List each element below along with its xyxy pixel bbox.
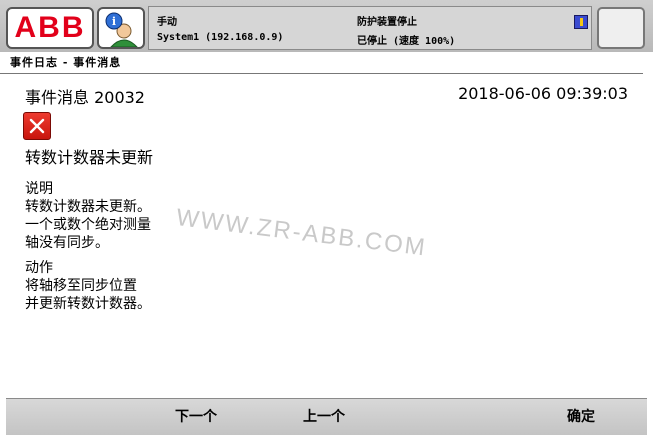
description-line: 转数计数器未更新。: [25, 199, 151, 215]
action-section: 动作 将轴移至同步位置 并更新转数计数器。: [25, 259, 151, 313]
user-info-icon: i: [105, 12, 138, 47]
action-line: 将轴移至同步位置: [25, 278, 137, 294]
command-bar: 下一个 上一个 确定: [6, 398, 647, 435]
user-info-button[interactable]: i: [97, 7, 145, 49]
quickset-button[interactable]: [597, 7, 645, 49]
previous-button[interactable]: 上一个: [264, 399, 384, 435]
system-name: System1 (192.168.0.9): [157, 32, 284, 43]
svg-text:i: i: [112, 15, 116, 28]
error-icon: [23, 112, 51, 140]
description-line: 一个或数个绝对测量: [25, 217, 151, 233]
ok-button[interactable]: 确定: [521, 399, 641, 435]
action-line: 并更新转数计数器。: [25, 296, 151, 312]
event-heading: 事件消息 20032: [25, 88, 145, 107]
status-panel[interactable]: 手动 System1 (192.168.0.9) 防护装置停止 已停止 (速度 …: [148, 6, 592, 50]
top-bar: ABB i 手动 System1 (192.168.0.9) 防护装置停止 已停…: [0, 0, 653, 52]
event-title: 转数计数器未更新: [25, 148, 154, 167]
abb-logo: ABB: [14, 11, 86, 44]
run-status: 已停止 (速度 100%): [357, 36, 456, 47]
description-line: 轴没有同步。: [25, 235, 109, 251]
tasks-status-icon: [574, 15, 588, 29]
next-button[interactable]: 下一个: [136, 399, 256, 435]
description-label: 说明: [25, 181, 53, 197]
safety-status: 防护装置停止: [357, 17, 417, 28]
action-label: 动作: [25, 260, 53, 276]
event-timestamp: 2018-06-06 09:39:03: [458, 84, 628, 103]
abb-menu-button[interactable]: ABB: [6, 7, 94, 49]
description-section: 说明 转数计数器未更新。 一个或数个绝对测量 轴没有同步。: [25, 180, 151, 252]
operating-mode: 手动: [157, 17, 177, 28]
title-divider: [0, 73, 643, 74]
window-title: 事件日志 - 事件消息: [10, 56, 122, 69]
watermark: WWW.ZR-ABB.COM: [174, 204, 429, 262]
